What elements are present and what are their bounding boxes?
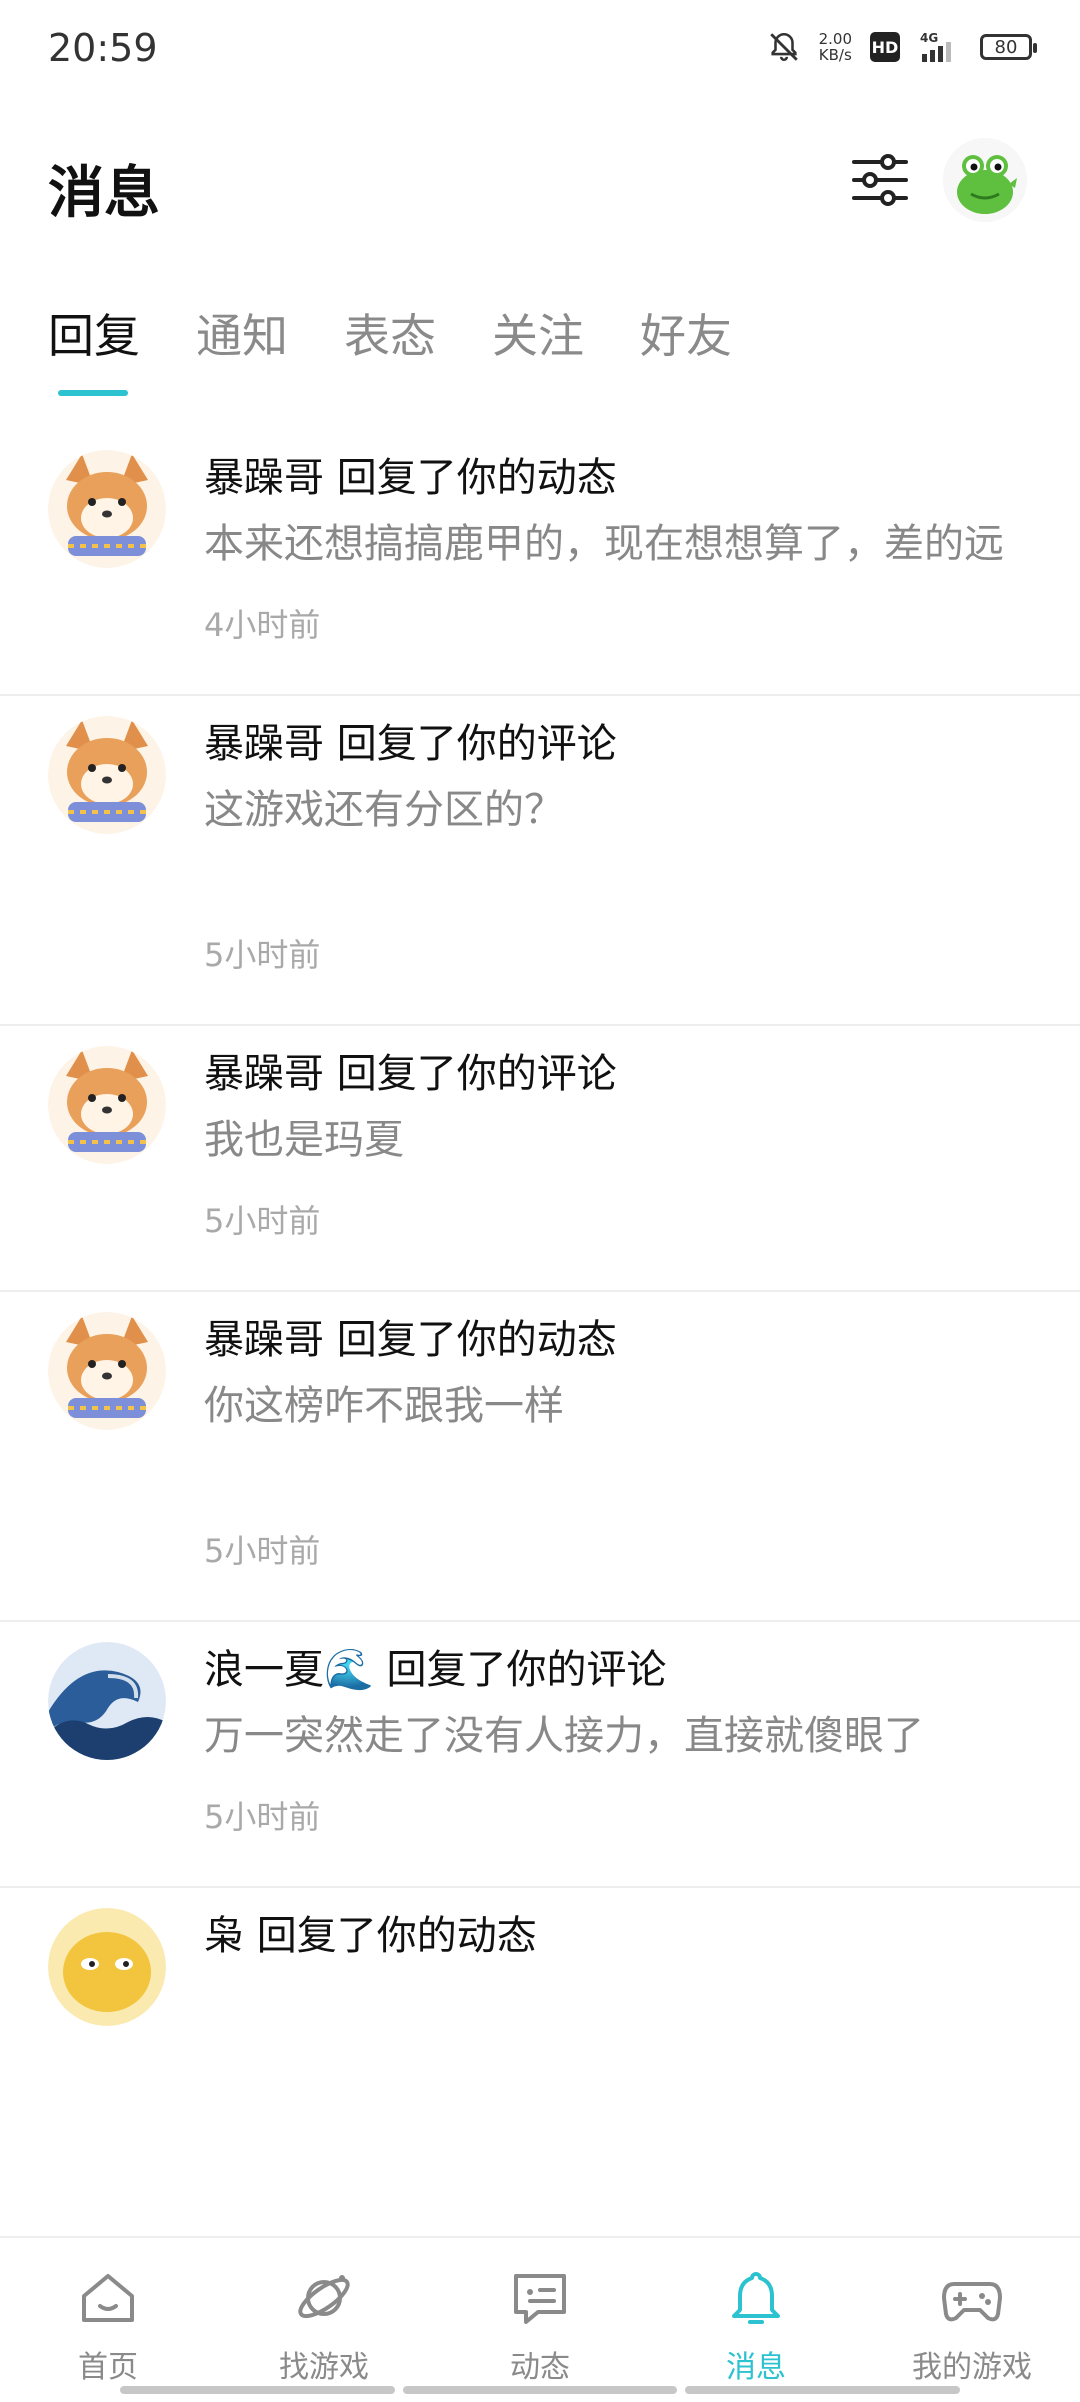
status-icons: 2.00 KB/s HD 4G 80 xyxy=(767,30,1037,64)
bell-icon xyxy=(732,2272,780,2324)
page-title: 消息 xyxy=(48,161,160,226)
net-speed: 2.00 KB/s xyxy=(818,30,852,64)
planet-icon xyxy=(298,2275,350,2319)
list-item[interactable]: 暴躁哥 回复了你的评论 这游戏还有分区的？ 5小时前 xyxy=(0,696,1080,1026)
list-item[interactable]: 暴躁哥 回复了你的动态 本来还想搞搞鹿甲的，现在想想算了，差的远 4小时前 xyxy=(0,430,1080,696)
message-title: 暴躁哥 回复了你的评论 xyxy=(204,721,617,767)
message-time: 5小时前 xyxy=(204,1798,321,1836)
nav-label: 动态 xyxy=(510,2350,570,2385)
nav-label: 首页 xyxy=(78,2350,138,2385)
home-icon xyxy=(82,2274,134,2322)
tab-notice[interactable]: 通知 xyxy=(196,300,288,410)
tab-follow[interactable]: 关注 xyxy=(492,300,584,410)
bottom-nav: 首页 找游戏 动态 消息 我的游戏 xyxy=(0,2236,1080,2402)
list-item[interactable]: 暴躁哥 回复了你的评论 我也是玛夏 5小时前 xyxy=(0,1026,1080,1292)
nav-home[interactable]: 首页 xyxy=(0,2238,216,2402)
message-body: 我也是玛夏 xyxy=(204,1117,404,1163)
gamepad-icon xyxy=(942,2282,1002,2322)
message-time: 5小时前 xyxy=(204,936,321,974)
hd-badge: HD xyxy=(870,32,900,62)
message-body: 这游戏还有分区的？ xyxy=(204,787,564,833)
battery-icon: 80 xyxy=(980,34,1037,60)
message-time: 5小时前 xyxy=(204,1532,321,1570)
svg-text:4G: 4G xyxy=(920,31,938,45)
chat-icon xyxy=(514,2274,566,2324)
nav-label: 消息 xyxy=(726,2350,786,2385)
message-body: 本来还想搞搞鹿甲的，现在想想算了，差的远 xyxy=(204,521,1004,567)
dog-avatar[interactable] xyxy=(48,1908,166,2026)
shiba-avatar[interactable] xyxy=(48,450,166,568)
nav-label: 我的游戏 xyxy=(912,2350,1032,2385)
nav-find-games[interactable]: 找游戏 xyxy=(216,2238,432,2402)
tab-reply[interactable]: 回复 xyxy=(48,300,140,410)
shiba-avatar[interactable] xyxy=(48,1046,166,1164)
message-title: 暴躁哥 回复了你的评论 xyxy=(204,1051,617,1097)
header: 消息 xyxy=(0,130,1080,240)
wave-avatar[interactable] xyxy=(48,1642,166,1760)
message-time: 4小时前 xyxy=(204,606,321,644)
my-avatar[interactable] xyxy=(943,138,1027,222)
frog-avatar-icon xyxy=(943,138,1027,222)
shiba-avatar[interactable] xyxy=(48,716,166,834)
message-title: 枭 回复了你的动态 xyxy=(204,1913,537,1959)
tab-reaction[interactable]: 表态 xyxy=(344,300,436,410)
nav-feed[interactable]: 动态 xyxy=(432,2238,648,2402)
list-item[interactable]: 暴躁哥 回复了你的动态 你这榜咋不跟我一样 5小时前 xyxy=(0,1292,1080,1622)
message-title: 暴躁哥 回复了你的动态 xyxy=(204,455,617,501)
tab-friends[interactable]: 好友 xyxy=(640,300,732,410)
status-time: 20:59 xyxy=(48,26,158,70)
list-item[interactable]: 浪一夏🌊 回复了你的评论 万一突然走了没有人接力，直接就傻眼了 5小时前 xyxy=(0,1622,1080,1888)
message-time: 5小时前 xyxy=(204,1202,321,1240)
status-bar: 20:59 2.00 KB/s HD 4G 80 xyxy=(0,0,1080,100)
nav-label: 找游戏 xyxy=(279,2350,369,2385)
message-tabs: 回复 通知 表态 关注 好友 xyxy=(48,300,732,410)
message-list: 暴躁哥 回复了你的动态 本来还想搞搞鹿甲的，现在想想算了，差的远 4小时前 暴躁… xyxy=(0,430,1080,2026)
nav-messages[interactable]: 消息 xyxy=(648,2238,864,2402)
bell-off-icon xyxy=(767,30,801,64)
filter-button[interactable] xyxy=(848,148,912,212)
shiba-avatar[interactable] xyxy=(48,1312,166,1430)
sliders-icon xyxy=(852,154,908,206)
message-title: 浪一夏🌊 回复了你的评论 xyxy=(204,1647,667,1693)
active-tab-indicator xyxy=(58,390,128,396)
home-indicator xyxy=(120,2386,961,2394)
message-body: 万一突然走了没有人接力，直接就傻眼了 xyxy=(204,1713,924,1759)
nav-my-games[interactable]: 我的游戏 xyxy=(864,2238,1080,2402)
signal-icon: 4G xyxy=(918,30,962,64)
message-title: 暴躁哥 回复了你的动态 xyxy=(204,1317,617,1363)
message-body: 你这榜咋不跟我一样 xyxy=(204,1383,564,1429)
list-item[interactable]: 枭 回复了你的动态 xyxy=(0,1888,1080,2026)
